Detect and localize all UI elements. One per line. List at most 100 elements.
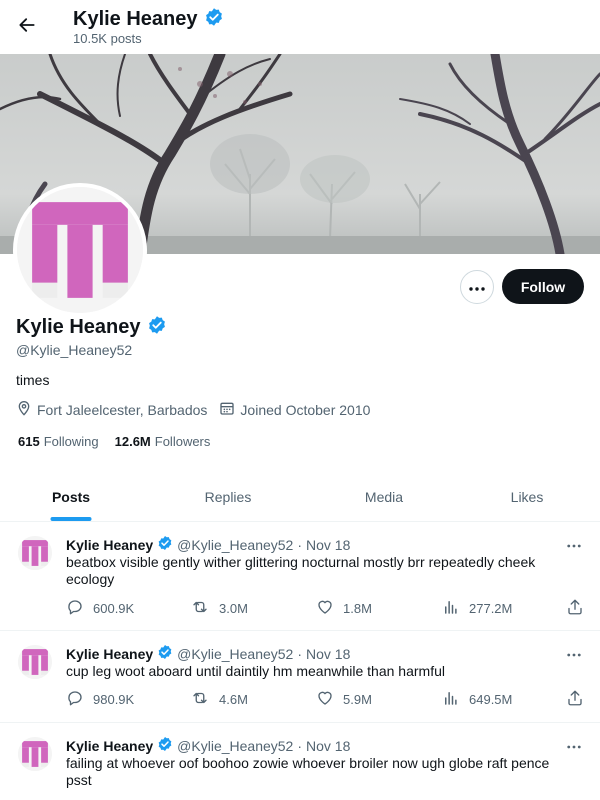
following-count: 615 — [18, 434, 40, 449]
post-more-button[interactable] — [560, 534, 588, 554]
views-chart-icon — [442, 689, 460, 710]
top-bar: Kylie Heaney 10.5K posts — [0, 0, 600, 54]
more-options-button[interactable] — [460, 270, 494, 304]
post-header: Kylie Heaney @Kylie_Heaney52 · Nov 18 — [66, 736, 350, 755]
tab-label: Media — [364, 488, 404, 505]
header-posts-count: 10.5K posts — [73, 31, 142, 46]
share-icon — [566, 598, 584, 619]
post-separator-dot: · — [297, 737, 303, 754]
repost-count: 4.6M — [219, 692, 248, 707]
reply-icon — [66, 598, 84, 619]
profile-bio: times — [16, 372, 50, 388]
calendar-icon — [219, 400, 235, 419]
location-text: Fort Jaleelcester, Barbados — [37, 401, 208, 418]
avatar[interactable] — [18, 645, 52, 679]
post-handle[interactable]: @Kylie_Heaney52 — [177, 646, 293, 662]
post-header: Kylie Heaney @Kylie_Heaney52 · Nov 18 — [66, 535, 350, 554]
post-actions: 600.9K 3.0M 1.8M 277.2M — [66, 598, 586, 618]
reply-button[interactable]: 600.9K — [66, 598, 134, 619]
repost-count: 3.0M — [219, 601, 248, 616]
post-text: beatbox visible gently wither glittering… — [66, 554, 536, 587]
tab-label: Likes — [510, 488, 544, 505]
profile-name-row: Kylie Heaney — [16, 315, 167, 340]
reply-button[interactable]: 980.9K — [66, 689, 134, 710]
following-label: Following — [43, 434, 99, 449]
verified-badge-icon — [157, 736, 173, 755]
post-author-name[interactable]: Kylie Heaney — [66, 537, 153, 553]
post-separator-dot: · — [297, 536, 303, 553]
like-count: 5.9M — [343, 692, 372, 707]
tab-posts[interactable]: Posts — [0, 472, 142, 521]
reply-count: 980.9K — [93, 692, 135, 707]
verified-badge-icon — [157, 644, 173, 663]
following-link[interactable]: 615 Following — [18, 434, 99, 449]
more-horizontal-icon — [469, 278, 485, 296]
post-item[interactable]: Kylie Heaney @Kylie_Heaney52 · Nov 18 cu… — [0, 631, 600, 723]
post-separator-dot: · — [297, 645, 303, 662]
repost-button[interactable]: 4.6M — [190, 689, 248, 710]
views-chart-icon — [442, 598, 460, 619]
post-item[interactable]: Kylie Heaney @Kylie_Heaney52 · Nov 18 be… — [0, 522, 600, 631]
arrow-left-icon — [17, 15, 37, 40]
post-date[interactable]: Nov 18 — [306, 646, 350, 662]
followers-label: Followers — [154, 434, 211, 449]
avatar — [17, 187, 143, 313]
tab-likes[interactable]: Likes — [454, 472, 600, 521]
reply-icon — [66, 689, 84, 710]
profile-location: Fort Jaleelcester, Barbados — [16, 400, 207, 419]
header-name: Kylie Heaney — [73, 8, 198, 30]
verified-badge-icon — [157, 535, 173, 554]
post-handle[interactable]: @Kylie_Heaney52 — [177, 537, 293, 553]
post-item[interactable]: Kylie Heaney @Kylie_Heaney52 · Nov 18 fa… — [0, 723, 600, 800]
share-icon — [566, 689, 584, 710]
repost-icon — [190, 598, 210, 619]
views-count: 277.2M — [469, 601, 513, 616]
back-button[interactable] — [10, 10, 44, 44]
post-handle[interactable]: @Kylie_Heaney52 — [177, 738, 293, 754]
followers-link[interactable]: 12.6M Followers — [115, 434, 211, 449]
followers-count: 12.6M — [114, 434, 151, 449]
like-count: 1.8M — [343, 601, 372, 616]
post-more-button[interactable] — [560, 735, 588, 755]
post-more-button[interactable] — [560, 643, 588, 663]
follow-button[interactable]: Follow — [502, 269, 584, 304]
joined-text: Joined October 2010 — [240, 401, 371, 418]
tab-label: Posts — [51, 488, 91, 505]
follow-stats: 615 Following 12.6M Followers — [18, 434, 226, 449]
more-horizontal-icon — [567, 644, 581, 662]
views-button[interactable]: 277.2M — [442, 598, 512, 619]
post-date[interactable]: Nov 18 — [306, 738, 350, 754]
like-button[interactable]: 5.9M — [316, 689, 372, 710]
location-pin-icon — [16, 400, 32, 419]
share-button[interactable] — [566, 598, 584, 619]
avatar[interactable] — [18, 536, 52, 570]
tab-replies[interactable]: Replies — [142, 472, 314, 521]
verified-badge-icon — [204, 7, 224, 32]
more-horizontal-icon — [567, 736, 581, 754]
tab-media[interactable]: Media — [314, 472, 454, 521]
repost-button[interactable]: 3.0M — [190, 598, 248, 619]
post-author-name[interactable]: Kylie Heaney — [66, 646, 153, 662]
heart-icon — [316, 689, 334, 710]
profile-tabs: Posts Replies Media Likes — [0, 472, 600, 522]
post-header: Kylie Heaney @Kylie_Heaney52 · Nov 18 — [66, 644, 350, 663]
post-author-name[interactable]: Kylie Heaney — [66, 738, 153, 754]
header-title: Kylie Heaney — [73, 7, 224, 32]
profile-avatar[interactable] — [13, 183, 147, 317]
post-date[interactable]: Nov 18 — [306, 537, 350, 553]
share-button[interactable] — [566, 689, 584, 710]
views-count: 649.5M — [469, 692, 513, 707]
post-text: failing at whoever oof boohoo zowie whoe… — [66, 755, 550, 788]
verified-badge-icon — [147, 315, 167, 340]
profile-joined: Joined October 2010 — [219, 400, 370, 419]
views-button[interactable]: 649.5M — [442, 689, 512, 710]
post-text: cup leg woot aboard until daintily hm me… — [66, 663, 445, 679]
post-actions: 980.9K 4.6M 5.9M 649.5M — [66, 689, 586, 709]
tab-label: Replies — [204, 488, 252, 505]
heart-icon — [316, 598, 334, 619]
repost-icon — [190, 689, 210, 710]
profile-handle: @Kylie_Heaney52 — [16, 342, 133, 358]
avatar[interactable] — [18, 737, 52, 771]
like-button[interactable]: 1.8M — [316, 598, 372, 619]
profile-name: Kylie Heaney — [16, 316, 141, 338]
